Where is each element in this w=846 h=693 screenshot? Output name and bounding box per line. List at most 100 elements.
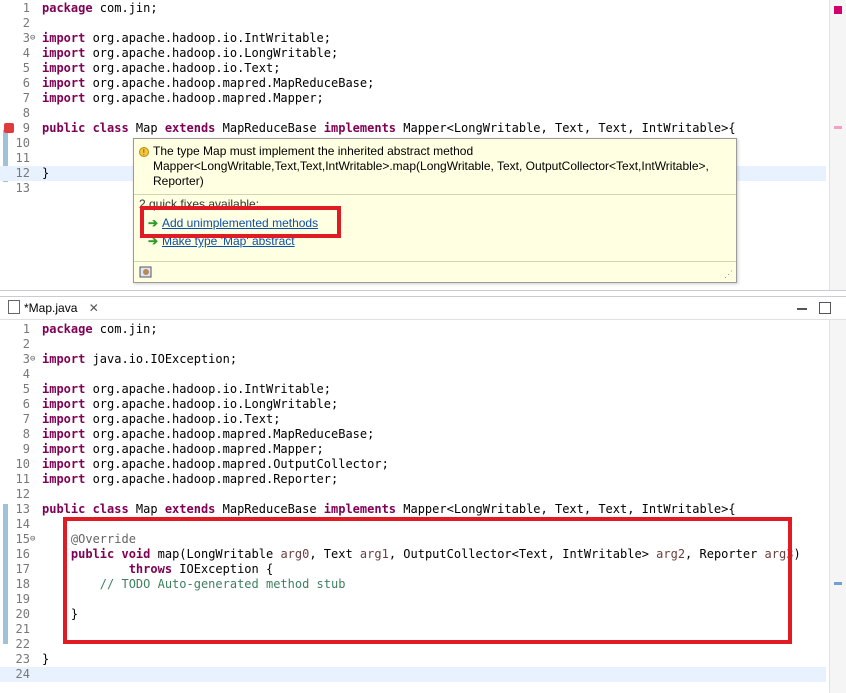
code-text[interactable]: package com.jin; [42,322,158,337]
line-number: 9 [22,442,30,456]
code-line[interactable]: 7 import org.apache.hadoop.mapred.Mapper; [0,91,826,106]
line-number: 11 [15,472,30,486]
line-number: 8 [22,106,30,120]
line-number: 8 [22,427,30,441]
divider [134,194,736,195]
code-line[interactable]: 2 [0,337,826,352]
code-line[interactable]: 11 import org.apache.hadoop.mapred.Report… [0,472,826,487]
settings-icon[interactable] [139,265,153,282]
code-line[interactable]: 13 public class Map extends MapReduceBase… [0,502,826,517]
code-line[interactable]: 4 import org.apache.hadoop.io.LongWritabl… [0,46,826,61]
line-number: 1 [22,322,30,336]
bottom-overview-ruler[interactable] [829,320,846,693]
top-overview-ruler[interactable] [829,0,846,290]
code-text[interactable]: } [42,652,49,667]
line-number: 1 [22,1,30,15]
code-text[interactable]: public class Map extends MapReduceBase i… [42,502,736,517]
line-number: 13 [15,181,30,195]
code-line[interactable]: 6 import org.apache.hadoop.mapred.MapRedu… [0,76,826,91]
line-number: 20 [15,607,30,621]
code-text[interactable]: } [42,166,49,181]
code-line[interactable]: 9 public class Map extends MapReduceBase … [0,121,826,136]
tab-label: *Map.java [24,301,78,315]
hover-footer: ⋰ [134,261,736,282]
error-ruler-mark[interactable] [834,126,842,129]
code-text[interactable]: import org.apache.hadoop.io.IntWritable; [42,31,331,46]
line-number: 3 [22,352,30,366]
fold-toggle-icon[interactable]: ⊖ [30,532,35,547]
code-line[interactable]: 12 [0,487,826,502]
line-number: 23 [15,652,30,666]
code-line[interactable]: 3 ⊖ import java.io.IOException; [0,352,826,367]
code-text[interactable]: import org.apache.hadoop.mapred.Reporter… [42,472,338,487]
code-text[interactable]: import org.apache.hadoop.io.Text; [42,61,280,76]
maximize-icon[interactable] [819,302,831,314]
code-line[interactable]: 7 import org.apache.hadoop.io.Text; [0,412,826,427]
error-overview-mark[interactable] [834,6,842,14]
line-number: 22 [15,637,30,651]
error-message: The type Map must implement the inherite… [153,144,709,188]
warning-icon: ! [139,146,149,157]
code-text[interactable]: import org.apache.hadoop.io.LongWritable… [42,46,338,61]
line-number: 5 [22,61,30,75]
line-number: 17 [15,562,30,576]
line-number: 12 [15,487,30,501]
line-number: 13 [15,502,30,516]
code-line[interactable]: 4 [0,367,826,382]
code-text[interactable]: package com.jin; [42,1,158,16]
code-line[interactable]: 6 import org.apache.hadoop.io.LongWritabl… [0,397,826,412]
code-text[interactable]: import org.apache.hadoop.mapred.Mapper; [42,442,324,457]
line-number: 24 [15,667,30,681]
code-line[interactable]: 1 package com.jin; [0,1,826,16]
line-number: 12 [15,166,30,180]
code-text[interactable]: import org.apache.hadoop.io.IntWritable; [42,382,331,397]
tab-map-java[interactable]: *Map.java ✕ [4,299,103,318]
line-number: 4 [22,46,30,60]
line-number: 4 [22,367,30,381]
code-line[interactable]: 5 import org.apache.hadoop.io.Text; [0,61,826,76]
line-number: 9 [22,121,30,135]
highlight-box-quick-fix [140,206,341,238]
line-number: 21 [15,622,30,636]
resize-grip-icon[interactable]: ⋰ [724,269,733,280]
line-number: 18 [15,577,30,591]
highlight-box-generated-method [63,517,792,644]
bottom-editor[interactable]: *Map.java ✕ 1 package com.jin; 2 3 ⊖ import j… [0,296,846,693]
code-text[interactable]: public class Map extends MapReduceBase i… [42,121,736,136]
code-text[interactable]: import java.io.IOException; [42,352,237,367]
code-text[interactable]: import org.apache.hadoop.mapred.MapReduc… [42,76,374,91]
close-icon[interactable]: ✕ [89,301,99,315]
ruler-mark[interactable] [834,582,842,585]
minimize-icon[interactable] [797,302,807,310]
code-line[interactable]: 2 [0,16,826,31]
code-line[interactable]: 9 import org.apache.hadoop.mapred.Mapper; [0,442,826,457]
code-text[interactable]: import org.apache.hadoop.mapred.MapReduc… [42,427,374,442]
svg-text:!: ! [142,148,145,157]
code-line[interactable]: 10 import org.apache.hadoop.mapred.Output… [0,457,826,472]
java-file-icon [8,300,20,314]
code-line[interactable]: 8 import org.apache.hadoop.mapred.MapRedu… [0,427,826,442]
line-number: 14 [15,517,30,531]
code-text[interactable]: import org.apache.hadoop.mapred.OutputCo… [42,457,389,472]
code-line[interactable]: 8 [0,106,826,121]
code-text[interactable]: import org.apache.hadoop.io.Text; [42,412,280,427]
line-number: 7 [22,91,30,105]
line-number: 6 [22,76,30,90]
code-line[interactable]: 3 ⊖ import org.apache.hadoop.io.IntWritabl… [0,31,826,46]
fold-toggle-icon[interactable]: ⊖ [30,31,35,46]
line-number: 6 [22,397,30,411]
fold-toggle-icon[interactable]: ⊖ [30,352,35,367]
editor-tab-bar: *Map.java ✕ [0,297,846,320]
code-line[interactable]: 5 import org.apache.hadoop.io.IntWritable… [0,382,826,397]
line-number: 15 [15,532,30,546]
code-line[interactable]: 23} [0,652,826,667]
code-line[interactable]: 24 [0,667,826,682]
code-text[interactable]: import org.apache.hadoop.io.LongWritable… [42,397,338,412]
line-number: 16 [15,547,30,561]
code-line[interactable]: 1 package com.jin; [0,322,826,337]
line-number: 10 [15,457,30,471]
code-text[interactable]: import org.apache.hadoop.mapred.Mapper; [42,91,324,106]
line-number: 11 [15,151,30,165]
line-number: 7 [22,412,30,426]
line-number: 2 [22,337,30,351]
